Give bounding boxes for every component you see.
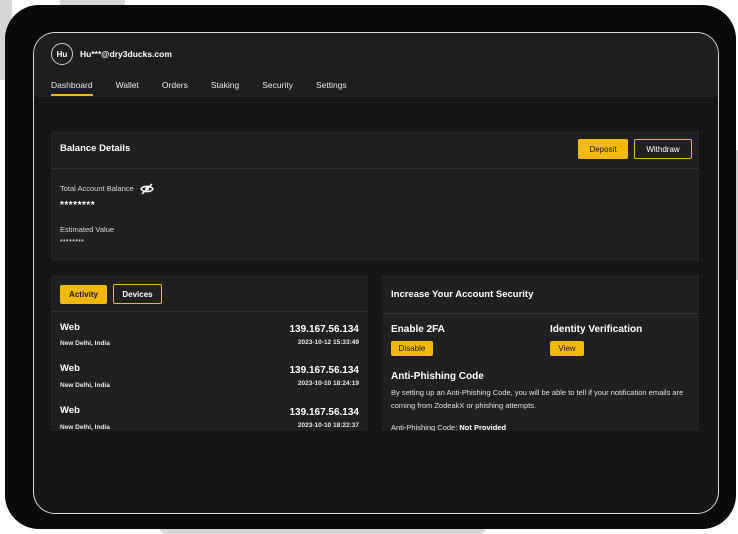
main-nav: Dashboard Wallet Orders Staking Security… [51, 80, 370, 96]
activity-device: Web [60, 322, 80, 333]
antiphishing-status-label: Anti-Phishing Code: [391, 423, 458, 431]
antiphishing-title: Anti-Phishing Code [391, 371, 484, 382]
tab-staking[interactable]: Staking [211, 80, 239, 96]
security-card: Increase Your Account Security Enable 2F… [382, 275, 699, 431]
activity-card: Activity Devices Web New Delhi, India 13… [51, 275, 368, 431]
activity-time: 2023-10-10 18:22:37 [297, 422, 359, 429]
disable-2fa-button[interactable]: Disable [391, 341, 433, 356]
top-bar: Hu Hu***@dry3ducks.com Dashboard Wallet … [34, 33, 718, 97]
activity-location: New Delhi, India [60, 424, 110, 431]
activity-time: 2023-10-12 15:33:49 [297, 339, 359, 346]
user-email: Hu***@dry3ducks.com [80, 49, 172, 59]
twofa-title: Enable 2FA [391, 324, 445, 335]
tab-devices[interactable]: Devices [113, 284, 162, 304]
tab-wallet[interactable]: Wallet [116, 80, 139, 96]
balance-card: Balance Details Deposit Withdraw Total A… [51, 131, 699, 261]
eye-off-icon[interactable] [140, 183, 154, 195]
activity-ip: 139.167.56.134 [289, 365, 359, 376]
tab-settings[interactable]: Settings [316, 80, 347, 96]
divider [51, 168, 699, 169]
withdraw-button[interactable]: Withdraw [634, 139, 692, 159]
avatar[interactable]: Hu [51, 43, 73, 65]
activity-device: Web [60, 405, 80, 416]
divider [382, 313, 699, 314]
activity-time: 2023-10-10 18:24:19 [297, 380, 359, 387]
tab-security[interactable]: Security [262, 80, 293, 96]
identity-title: Identity Verification [550, 324, 643, 335]
balance-title: Balance Details [60, 143, 131, 154]
activity-ip: 139.167.56.134 [289, 407, 359, 418]
antiphishing-status-value: Not Provided [459, 423, 507, 431]
device-base [160, 529, 485, 534]
tab-activity[interactable]: Activity [60, 285, 107, 304]
total-balance-value: ******** [60, 200, 96, 211]
activity-location: New Delhi, India [60, 382, 110, 389]
tab-dashboard[interactable]: Dashboard [51, 80, 93, 96]
total-balance-label: Total Account Balance [60, 184, 134, 193]
activity-ip: 139.167.56.134 [289, 324, 359, 335]
tab-orders[interactable]: Orders [162, 80, 188, 96]
security-title: Increase Your Account Security [391, 289, 534, 300]
antiphishing-description: By setting up an Anti-Phishing Code, you… [391, 388, 684, 410]
divider [51, 311, 368, 312]
antiphishing-status: Anti-Phishing Code: Not Provided [391, 423, 506, 431]
app-screen: Hu Hu***@dry3ducks.com Dashboard Wallet … [33, 32, 719, 514]
deposit-button[interactable]: Deposit [578, 139, 628, 159]
tablet-frame: Hu Hu***@dry3ducks.com Dashboard Wallet … [5, 5, 736, 529]
activity-location: New Delhi, India [60, 340, 110, 347]
estimated-value: ******** [60, 239, 85, 246]
activity-device: Web [60, 363, 80, 374]
estimated-value-label: Estimated Value [60, 225, 115, 234]
view-identity-button[interactable]: View [550, 341, 584, 356]
